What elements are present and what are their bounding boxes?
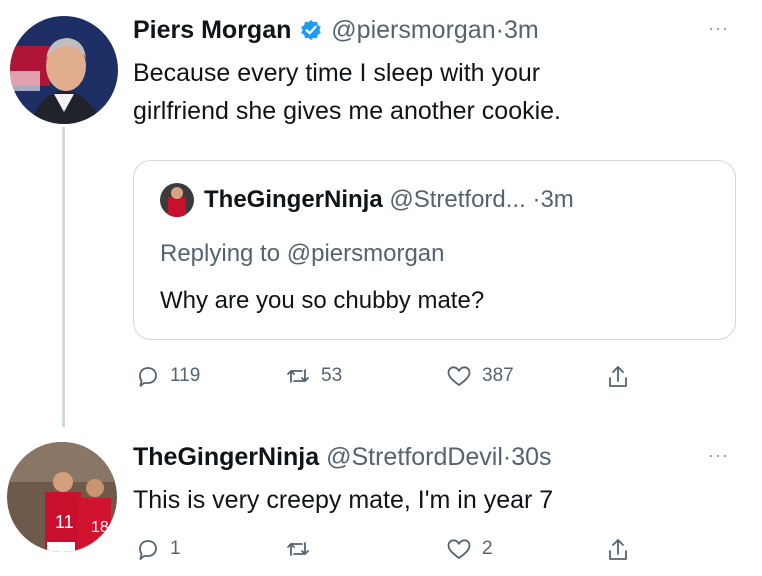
share-icon [606,537,630,563]
like-icon [446,537,472,561]
separator-dot: · [502,443,512,471]
quote-avatar[interactable] [160,183,194,217]
like-count: 387 [482,365,514,386]
tweet1-author-name[interactable]: Piers Morgan [133,16,291,44]
verified-badge-icon [300,17,322,49]
quote-replying-to: Replying to @piersmorgan [160,240,445,267]
quote-timestamp[interactable]: 3m [540,186,573,213]
retweet-button[interactable] [285,537,321,561]
tweet1-author-handle[interactable]: @piersmorgan [331,16,495,44]
reply-count: 119 [170,365,201,386]
like-count: 2 [482,538,493,559]
reply-icon [136,537,160,561]
like-button[interactable]: 387 [446,364,514,388]
like-icon [446,364,472,388]
quote-author-name[interactable]: TheGingerNinja [204,186,383,213]
retweet-button[interactable]: 53 [285,364,342,388]
tweet2-author-handle[interactable]: @StretfordDevil [326,443,503,471]
tweet2-header: TheGingerNinja @StretfordDevil·30s [133,441,552,473]
share-button[interactable] [606,364,630,390]
separator-dot: · [495,16,504,44]
tweet1-timestamp[interactable]: 3m [504,16,539,44]
retweet-count: 53 [321,365,343,386]
avatar-thegingerninja[interactable]: 11 18 [7,442,117,552]
tweet1-text-line2: girlfriend she gives me another cookie. [133,97,562,125]
avatar-piers-morgan[interactable] [10,16,118,124]
quote-header: TheGingerNinja @Stretford... ·3m [204,184,574,216]
retweet-icon [285,364,311,388]
svg-text:11: 11 [55,512,74,532]
reply-button[interactable]: 1 [136,537,181,561]
tweet2-author-name[interactable]: TheGingerNinja [133,443,319,471]
quote-author-handle[interactable]: @Stretford... [389,186,525,213]
reply-count: 1 [170,538,181,559]
share-button[interactable] [606,537,630,563]
tweet1-text-line1: Because every time I sleep with your [133,59,541,87]
tweet2-timestamp[interactable]: 30s [511,443,551,471]
share-icon [606,364,630,390]
tweet2-text: This is very creepy mate, I'm in year 7 [133,486,554,514]
retweet-icon [285,537,311,561]
more-icon[interactable]: ··· [708,18,729,39]
like-button[interactable]: 2 [446,537,493,561]
reply-icon [136,364,160,388]
svg-text:18: 18 [91,519,109,536]
reply-button[interactable]: 119 [136,364,200,388]
quote-text: Why are you so chubby mate? [160,287,485,314]
more-icon[interactable]: ··· [708,445,729,466]
thread-connector-line [62,127,65,427]
tweet1-header: Piers Morgan @piersmorgan·3m [133,14,539,49]
